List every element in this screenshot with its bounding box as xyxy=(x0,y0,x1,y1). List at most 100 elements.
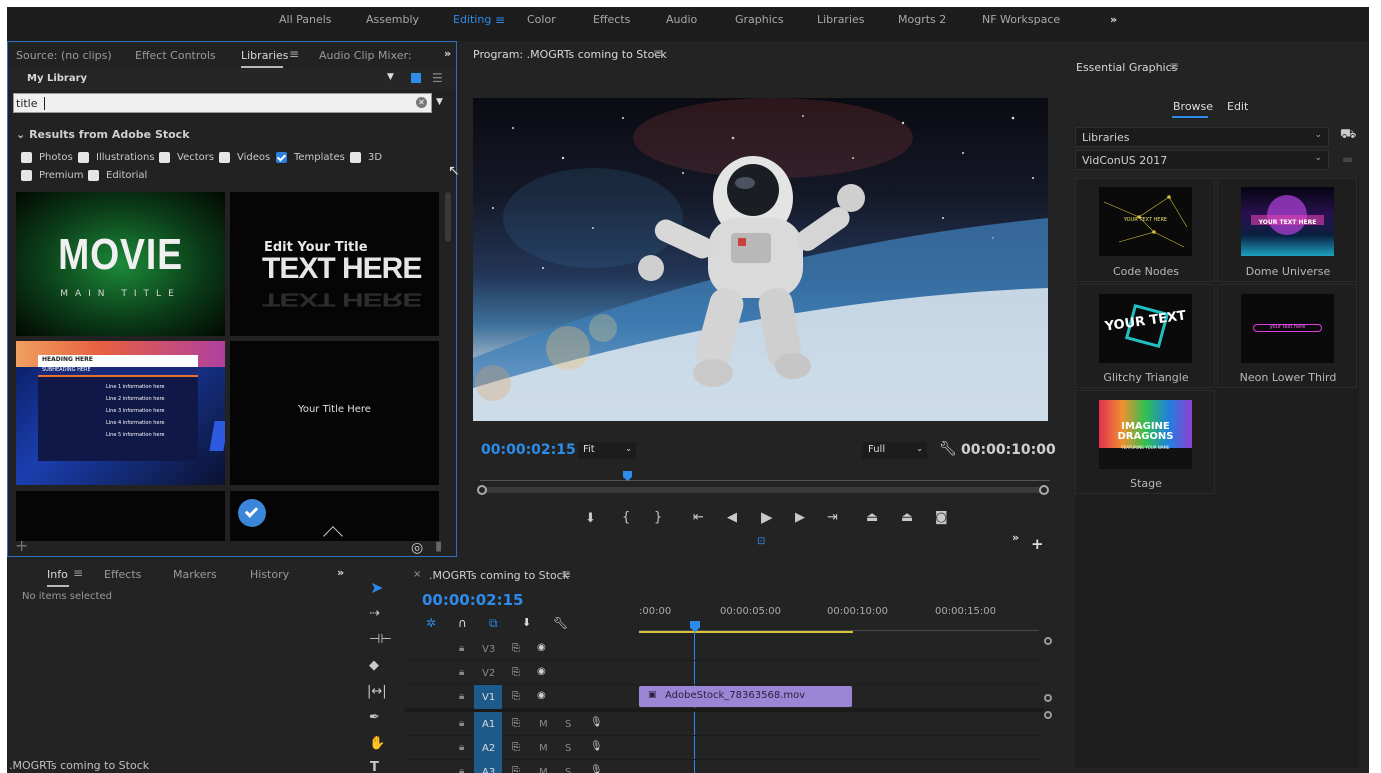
track-label-a1[interactable]: A1 xyxy=(482,719,495,730)
scroll-handle-audio[interactable] xyxy=(1044,711,1052,719)
list-view-icon[interactable]: ☰ xyxy=(432,71,443,85)
track-label-v2[interactable]: V2 xyxy=(482,668,495,679)
workspace-graphics[interactable]: Graphics xyxy=(735,13,784,26)
scrollbar[interactable] xyxy=(445,192,451,242)
results-header[interactable]: ⌄ Results from Adobe Stock xyxy=(16,128,190,141)
stock-template-heading-list[interactable]: HEADING HERE SUBHEADING HERE Line 1 info… xyxy=(16,341,225,485)
vidcon-dropdown[interactable]: VidConUS 2017 ⌄ xyxy=(1075,150,1329,170)
lock-icon[interactable]: 🔒︎ xyxy=(459,742,464,753)
grid-view-icon[interactable] xyxy=(411,73,421,83)
comparison-view-icon[interactable]: ⊡ xyxy=(757,536,765,547)
lock-icon[interactable]: 🔒︎ xyxy=(459,667,464,678)
go-to-out-icon[interactable]: ⇥ xyxy=(827,511,838,525)
filter-illustrations-checkbox[interactable] xyxy=(78,152,89,163)
tab-markers[interactable]: Markers xyxy=(173,568,217,594)
timeline-tab[interactable]: .MOGRTs coming to Stock xyxy=(429,569,569,582)
essential-graphics-title[interactable]: Essential Graphics xyxy=(1076,61,1177,87)
solo-button[interactable]: S xyxy=(565,719,571,730)
microphone-icon[interactable]: 🎙︎ xyxy=(590,717,603,728)
add-icon[interactable]: + xyxy=(15,536,28,555)
zoom-handle-right[interactable] xyxy=(1039,485,1049,495)
workspace-assembly[interactable]: Assembly xyxy=(366,13,419,26)
lock-icon[interactable]: 🔒︎ xyxy=(459,691,464,702)
selection-tool-icon[interactable]: ➤ xyxy=(370,580,383,596)
creative-cloud-icon[interactable]: ◎ xyxy=(411,540,423,556)
wrench-icon[interactable]: 🔧︎ xyxy=(939,441,957,457)
zoom-fit-dropdown[interactable]: Fit ⌄ xyxy=(578,442,636,459)
extract-icon[interactable]: ⏏ xyxy=(901,511,913,525)
filter-editorial-checkbox[interactable] xyxy=(88,170,99,181)
resolution-dropdown[interactable]: Full ⌄ xyxy=(862,442,927,459)
workspace-all-panels[interactable]: All Panels xyxy=(279,13,332,26)
go-to-in-icon[interactable]: ⇤ xyxy=(693,511,704,525)
mute-button[interactable]: M xyxy=(539,743,548,754)
graphic-item-code-nodes[interactable]: YOUR TEXT HERE Code Nodes xyxy=(1075,178,1215,282)
filter-premium-checkbox[interactable] xyxy=(21,170,32,181)
microphone-icon[interactable]: 🎙︎ xyxy=(590,765,603,773)
workspace-effects[interactable]: Effects xyxy=(593,13,630,26)
add-button-icon[interactable]: + xyxy=(1031,535,1044,553)
microphone-icon[interactable]: 🎙︎ xyxy=(590,741,603,752)
stock-template-text-here[interactable]: Edit Your Title TEXT HERE TEXT HERE xyxy=(230,192,439,336)
chevron-down-icon[interactable]: ⌄ xyxy=(16,128,25,141)
solo-button[interactable]: S xyxy=(565,743,571,754)
work-area-bar[interactable] xyxy=(639,631,853,633)
tab-edit[interactable]: Edit xyxy=(1227,100,1248,113)
lift-icon[interactable]: ⏏ xyxy=(866,511,878,525)
workspace-libraries[interactable]: Libraries xyxy=(817,13,865,26)
tab-browse[interactable]: Browse xyxy=(1173,100,1213,113)
panel-menu-icon[interactable]: ≡ xyxy=(653,46,663,72)
library-sync-icon[interactable]: ⛟ xyxy=(1340,127,1356,144)
trash-icon[interactable]: ▮ xyxy=(435,539,442,554)
program-monitor-title[interactable]: Program: .MOGRTs coming to Stock xyxy=(473,48,667,74)
lock-icon[interactable]: 🔒︎ xyxy=(459,643,464,654)
scroll-handle-top[interactable] xyxy=(1044,637,1052,645)
track-label-a3[interactable]: A3 xyxy=(482,767,495,773)
track-label-a2[interactable]: A2 xyxy=(482,743,495,754)
libraries-dropdown[interactable]: Libraries ⌄ xyxy=(1075,127,1329,147)
razor-tool-icon[interactable]: ◆ xyxy=(369,659,379,673)
graphic-item-stage[interactable]: IMAGINE DRAGONS FEATURING YOUR NAME Stag… xyxy=(1075,390,1215,494)
solo-button[interactable]: S xyxy=(565,767,571,773)
workspace-nf-workspace[interactable]: NF Workspace xyxy=(982,13,1060,26)
graphic-item-neon-lower-third[interactable]: your text here Neon Lower Third xyxy=(1217,284,1357,388)
export-frame-icon[interactable]: ◙ xyxy=(935,511,948,525)
workspace-mogrts-2[interactable]: Mogrts 2 xyxy=(898,13,946,26)
wrench-icon[interactable]: 🔧︎ xyxy=(553,616,568,630)
play-icon[interactable]: ▶ xyxy=(761,510,773,525)
workspace-audio[interactable]: Audio xyxy=(666,13,697,26)
search-input[interactable]: title ✕ xyxy=(13,93,432,113)
filter-3d-checkbox[interactable] xyxy=(350,152,361,163)
chevron-double-right-icon[interactable]: » xyxy=(337,566,344,592)
graphic-item-dome-universe[interactable]: YOUR TEXT HERE Dome Universe xyxy=(1217,178,1357,282)
filter-videos-checkbox[interactable] xyxy=(219,152,230,163)
graphic-item-glitchy-triangle[interactable]: YOUR TEXT Glitchy Triangle xyxy=(1075,284,1215,388)
track-select-tool-icon[interactable]: ⇢ xyxy=(369,607,380,621)
filter-photos-checkbox[interactable] xyxy=(21,152,32,163)
sync-lock-icon[interactable]: ⎘ xyxy=(512,643,520,654)
zoom-handle-left[interactable] xyxy=(477,485,487,495)
stock-template-movie-title[interactable]: MOVIE MAIN TITLE xyxy=(16,192,225,336)
step-back-icon[interactable]: ◀ xyxy=(727,511,737,525)
panel-menu-icon[interactable]: ≡ xyxy=(73,566,83,592)
mark-in-icon[interactable]: { xyxy=(622,511,630,525)
step-forward-icon[interactable]: ▶ xyxy=(795,511,805,525)
chevron-double-right-icon[interactable]: » xyxy=(1012,531,1019,544)
scroll-handle-mid[interactable] xyxy=(1044,694,1052,702)
ripple-edit-tool-icon[interactable]: ⊣⊢ xyxy=(369,633,392,647)
slip-tool-icon[interactable]: |↔| xyxy=(367,685,387,699)
mute-button[interactable]: M xyxy=(539,719,548,730)
add-marker-icon[interactable]: ⬇ xyxy=(522,616,531,629)
video-clip[interactable]: ▣ AdobeStock_78363568.mov xyxy=(639,686,852,707)
close-icon[interactable]: × xyxy=(413,569,421,580)
hand-tool-icon[interactable]: ✋ xyxy=(369,737,385,751)
panel-menu-icon[interactable]: ≡ xyxy=(1169,59,1179,85)
chevron-down-icon[interactable]: ▼ xyxy=(387,72,394,82)
stock-template-6[interactable] xyxy=(230,491,439,541)
folder-icon[interactable]: ▬ xyxy=(1342,152,1353,166)
workspace-editing[interactable]: Editing xyxy=(453,13,491,26)
workspace-color[interactable]: Color xyxy=(527,13,556,26)
search-options-chevron-icon[interactable]: ▼ xyxy=(436,97,443,107)
zoom-bar[interactable] xyxy=(483,487,1043,493)
eye-icon[interactable]: ◉ xyxy=(537,642,546,653)
